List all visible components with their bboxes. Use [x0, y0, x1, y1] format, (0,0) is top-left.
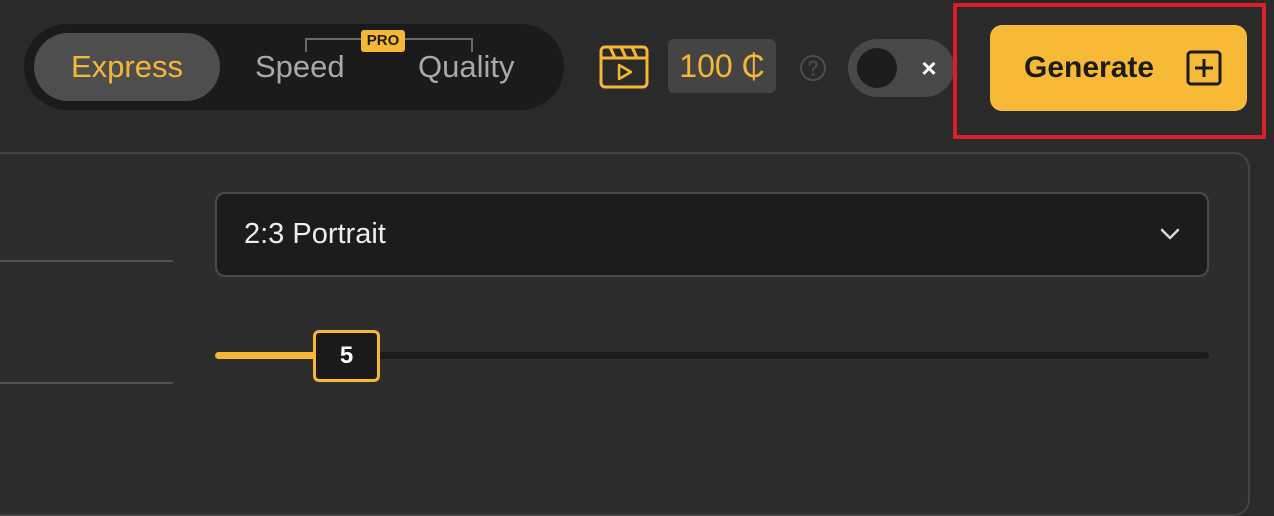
mode-express-button[interactable]: Express — [34, 33, 220, 101]
toggle-knob — [857, 48, 897, 88]
divider — [0, 260, 173, 262]
slider-thumb[interactable]: 5 — [313, 330, 380, 382]
credits-counter: 100 ₵ — [668, 39, 776, 93]
close-icon: × — [921, 53, 937, 83]
mode-quality-button[interactable]: Quality — [418, 33, 514, 101]
mode-speed-button[interactable]: Speed — [255, 33, 345, 101]
divider — [0, 382, 173, 384]
generation-mode-selector: Express PRO Speed Quality — [24, 24, 564, 110]
clapperboard-icon[interactable] — [599, 45, 649, 89]
generate-button[interactable]: Generate — [990, 25, 1247, 111]
plus-square-icon — [1186, 50, 1222, 86]
aspect-ratio-value: 2:3 Portrait — [244, 218, 386, 250]
aspect-ratio-select[interactable]: 2:3 Portrait — [215, 192, 1209, 277]
chevron-down-icon — [1159, 227, 1181, 241]
pro-badge: PRO — [361, 30, 405, 52]
generate-button-label: Generate — [1024, 51, 1155, 84]
feature-toggle[interactable]: × — [848, 39, 954, 97]
help-icon[interactable] — [799, 54, 827, 82]
